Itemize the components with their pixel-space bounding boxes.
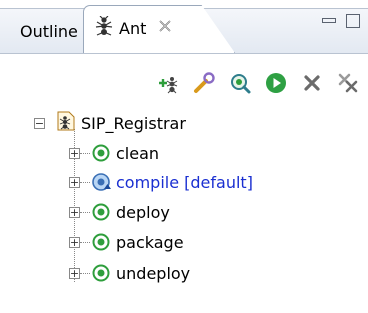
tree-item-target[interactable]: + undeploy [69,259,190,287]
collapse-icon[interactable]: − [34,117,45,129]
target-icon [92,264,110,282]
tree-root-item[interactable]: − SIP_Registrar [34,109,186,137]
remove-button[interactable] [300,71,324,95]
expand-icon[interactable]: + [69,267,80,279]
ant-icon [95,15,113,40]
expand-icon[interactable]: + [69,176,80,188]
tree-item-target[interactable]: + package [69,228,184,256]
add-buildfiles-button[interactable] [156,71,180,95]
tree-item-target[interactable]: + clean [69,139,159,167]
add-ant-icon [159,77,178,94]
tab-outline-label: Outline [20,21,78,41]
filter-icon [231,74,251,94]
default-target-icon [92,173,111,191]
target-label: deploy [116,202,170,222]
tab-ant-content[interactable]: Ant [95,14,172,42]
target-label: undeploy [116,263,191,283]
tree-item-target[interactable]: + deploy [69,198,170,226]
expand-icon[interactable]: + [69,147,80,159]
target-icon [92,144,110,162]
view-toolbar [0,61,368,105]
view-tab-bar: Outline Ant [0,0,368,61]
target-label: compile [default] [116,172,253,192]
tree-item-target-default[interactable]: + compile [default] [69,168,253,196]
wrench-search-icon [194,72,215,93]
minimize-icon[interactable] [322,18,336,23]
remove-all-button[interactable] [336,71,360,95]
remove-all-icon [338,73,358,93]
add-buildfiles-with-search-button[interactable] [192,71,216,95]
run-icon [266,73,286,93]
tab-outline[interactable]: Outline [12,12,86,50]
ant-buildfile-icon [55,110,77,136]
expand-icon[interactable]: + [69,206,80,218]
target-icon [92,203,110,221]
ant-target-tree: − SIP_Registrar + clean + compile [defau… [0,105,368,313]
target-label: clean [116,143,160,163]
run-selected-target-button[interactable] [264,71,288,95]
remove-icon [304,75,320,91]
hide-internal-targets-button[interactable] [228,71,252,95]
tab-ant-label: Ant [119,18,147,38]
target-icon [92,233,110,251]
view-controls [322,14,360,28]
buildfile-label: SIP_Registrar [81,113,186,133]
expand-icon[interactable]: + [69,236,80,248]
maximize-icon[interactable] [346,14,360,28]
close-icon[interactable] [158,19,172,37]
target-label: package [116,232,184,252]
